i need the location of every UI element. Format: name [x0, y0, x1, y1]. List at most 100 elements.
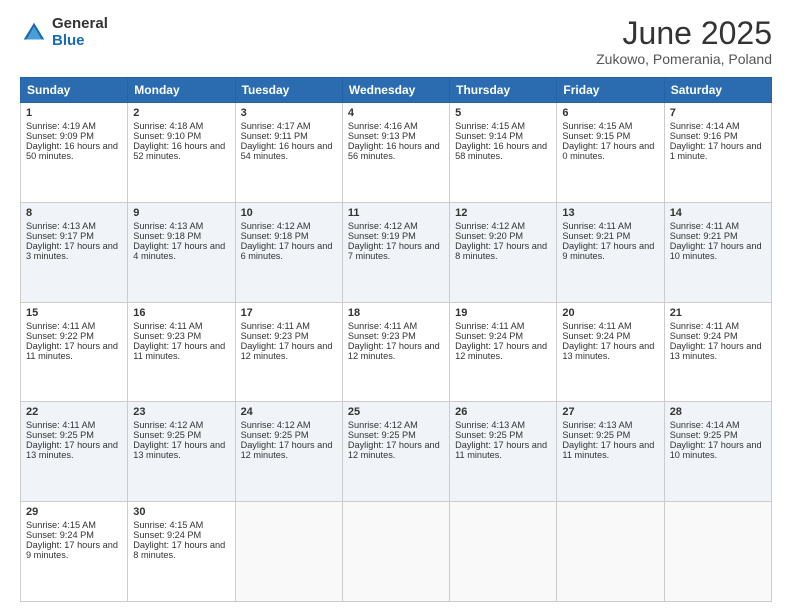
daylight-label: Daylight: 16 hours and 54 minutes.	[241, 141, 333, 161]
sunset-label: Sunset: 9:18 PM	[241, 231, 309, 241]
day-number: 23	[133, 406, 229, 418]
week-row-2: 8 Sunrise: 4:13 AM Sunset: 9:17 PM Dayli…	[21, 202, 772, 302]
day-number: 16	[133, 307, 229, 319]
sunset-label: Sunset: 9:22 PM	[26, 331, 94, 341]
sunset-label: Sunset: 9:24 PM	[26, 530, 94, 540]
cell-week1-day6: 6 Sunrise: 4:15 AM Sunset: 9:15 PM Dayli…	[557, 103, 664, 203]
subtitle: Zukowo, Pomerania, Poland	[596, 51, 772, 67]
week-row-1: 1 Sunrise: 4:19 AM Sunset: 9:09 PM Dayli…	[21, 103, 772, 203]
cell-week3-day4: 18 Sunrise: 4:11 AM Sunset: 9:23 PM Dayl…	[342, 302, 449, 402]
daylight-label: Daylight: 17 hours and 3 minutes.	[26, 241, 118, 261]
sunrise-label: Sunrise: 4:11 AM	[455, 321, 524, 331]
sunrise-label: Sunrise: 4:11 AM	[133, 321, 202, 331]
cell-week1-day3: 3 Sunrise: 4:17 AM Sunset: 9:11 PM Dayli…	[235, 103, 342, 203]
day-number: 28	[670, 406, 766, 418]
day-number: 20	[562, 307, 658, 319]
cell-week3-day6: 20 Sunrise: 4:11 AM Sunset: 9:24 PM Dayl…	[557, 302, 664, 402]
sunset-label: Sunset: 9:13 PM	[348, 131, 416, 141]
sunrise-label: Sunrise: 4:12 AM	[241, 420, 311, 430]
sunset-label: Sunset: 9:25 PM	[26, 430, 94, 440]
day-number: 22	[26, 406, 122, 418]
cell-week3-day3: 17 Sunrise: 4:11 AM Sunset: 9:23 PM Dayl…	[235, 302, 342, 402]
sunset-label: Sunset: 9:16 PM	[670, 131, 738, 141]
sunrise-label: Sunrise: 4:11 AM	[670, 321, 739, 331]
sunrise-label: Sunrise: 4:12 AM	[241, 221, 311, 231]
cell-week4-day3: 24 Sunrise: 4:12 AM Sunset: 9:25 PM Dayl…	[235, 402, 342, 502]
day-number: 18	[348, 307, 444, 319]
cell-week5-day6	[557, 502, 664, 602]
col-tuesday: Tuesday	[235, 78, 342, 103]
sunset-label: Sunset: 9:25 PM	[670, 430, 738, 440]
day-number: 8	[26, 207, 122, 219]
sunset-label: Sunset: 9:20 PM	[455, 231, 523, 241]
sunrise-label: Sunrise: 4:11 AM	[670, 221, 739, 231]
sunset-label: Sunset: 9:11 PM	[241, 131, 308, 141]
cell-week1-day4: 4 Sunrise: 4:16 AM Sunset: 9:13 PM Dayli…	[342, 103, 449, 203]
sunset-label: Sunset: 9:15 PM	[562, 131, 630, 141]
day-number: 2	[133, 107, 229, 119]
sunrise-label: Sunrise: 4:15 AM	[26, 520, 96, 530]
daylight-label: Daylight: 17 hours and 12 minutes.	[241, 440, 333, 460]
sunset-label: Sunset: 9:14 PM	[455, 131, 523, 141]
sunrise-label: Sunrise: 4:11 AM	[348, 321, 417, 331]
sunrise-label: Sunrise: 4:14 AM	[670, 121, 740, 131]
daylight-label: Daylight: 16 hours and 56 minutes.	[348, 141, 440, 161]
cell-week2-day2: 9 Sunrise: 4:13 AM Sunset: 9:18 PM Dayli…	[128, 202, 235, 302]
daylight-label: Daylight: 17 hours and 13 minutes.	[133, 440, 225, 460]
sunrise-label: Sunrise: 4:15 AM	[455, 121, 525, 131]
sunset-label: Sunset: 9:10 PM	[133, 131, 201, 141]
daylight-label: Daylight: 17 hours and 0 minutes.	[562, 141, 654, 161]
cell-week2-day7: 14 Sunrise: 4:11 AM Sunset: 9:21 PM Dayl…	[664, 202, 771, 302]
sunset-label: Sunset: 9:25 PM	[455, 430, 523, 440]
sunrise-label: Sunrise: 4:12 AM	[348, 221, 418, 231]
daylight-label: Daylight: 17 hours and 4 minutes.	[133, 241, 225, 261]
daylight-label: Daylight: 17 hours and 9 minutes.	[26, 540, 118, 560]
day-number: 26	[455, 406, 551, 418]
daylight-label: Daylight: 17 hours and 12 minutes.	[348, 440, 440, 460]
daylight-label: Daylight: 17 hours and 11 minutes.	[562, 440, 654, 460]
sunrise-label: Sunrise: 4:13 AM	[133, 221, 203, 231]
daylight-label: Daylight: 17 hours and 11 minutes.	[133, 341, 225, 361]
day-number: 25	[348, 406, 444, 418]
sunrise-label: Sunrise: 4:13 AM	[562, 420, 632, 430]
sunset-label: Sunset: 9:21 PM	[562, 231, 630, 241]
day-number: 19	[455, 307, 551, 319]
sunset-label: Sunset: 9:17 PM	[26, 231, 94, 241]
cell-week1-day1: 1 Sunrise: 4:19 AM Sunset: 9:09 PM Dayli…	[21, 103, 128, 203]
day-number: 15	[26, 307, 122, 319]
sunrise-label: Sunrise: 4:18 AM	[133, 121, 203, 131]
page: General Blue June 2025 Zukowo, Pomerania…	[0, 0, 792, 612]
cell-week1-day7: 7 Sunrise: 4:14 AM Sunset: 9:16 PM Dayli…	[664, 103, 771, 203]
daylight-label: Daylight: 17 hours and 10 minutes.	[670, 241, 762, 261]
sunset-label: Sunset: 9:18 PM	[133, 231, 201, 241]
week-row-3: 15 Sunrise: 4:11 AM Sunset: 9:22 PM Dayl…	[21, 302, 772, 402]
cell-week5-day4	[342, 502, 449, 602]
cell-week2-day1: 8 Sunrise: 4:13 AM Sunset: 9:17 PM Dayli…	[21, 202, 128, 302]
cell-week4-day2: 23 Sunrise: 4:12 AM Sunset: 9:25 PM Dayl…	[128, 402, 235, 502]
day-number: 7	[670, 107, 766, 119]
sunset-label: Sunset: 9:19 PM	[348, 231, 416, 241]
logo-icon	[20, 19, 48, 47]
col-monday: Monday	[128, 78, 235, 103]
sunrise-label: Sunrise: 4:14 AM	[670, 420, 740, 430]
day-number: 1	[26, 107, 122, 119]
cell-week4-day6: 27 Sunrise: 4:13 AM Sunset: 9:25 PM Dayl…	[557, 402, 664, 502]
sunrise-label: Sunrise: 4:15 AM	[133, 520, 203, 530]
cell-week5-day3	[235, 502, 342, 602]
daylight-label: Daylight: 17 hours and 13 minutes.	[670, 341, 762, 361]
cell-week1-day2: 2 Sunrise: 4:18 AM Sunset: 9:10 PM Dayli…	[128, 103, 235, 203]
daylight-label: Daylight: 17 hours and 13 minutes.	[26, 440, 118, 460]
cell-week1-day5: 5 Sunrise: 4:15 AM Sunset: 9:14 PM Dayli…	[450, 103, 557, 203]
calendar: Sunday Monday Tuesday Wednesday Thursday…	[20, 77, 772, 602]
cell-week4-day4: 25 Sunrise: 4:12 AM Sunset: 9:25 PM Dayl…	[342, 402, 449, 502]
day-number: 29	[26, 506, 122, 518]
sunrise-label: Sunrise: 4:17 AM	[241, 121, 311, 131]
cell-week5-day5	[450, 502, 557, 602]
cell-week5-day1: 29 Sunrise: 4:15 AM Sunset: 9:24 PM Dayl…	[21, 502, 128, 602]
sunrise-label: Sunrise: 4:12 AM	[133, 420, 203, 430]
day-number: 6	[562, 107, 658, 119]
week-row-4: 22 Sunrise: 4:11 AM Sunset: 9:25 PM Dayl…	[21, 402, 772, 502]
sunset-label: Sunset: 9:24 PM	[670, 331, 738, 341]
day-number: 4	[348, 107, 444, 119]
sunset-label: Sunset: 9:25 PM	[133, 430, 201, 440]
